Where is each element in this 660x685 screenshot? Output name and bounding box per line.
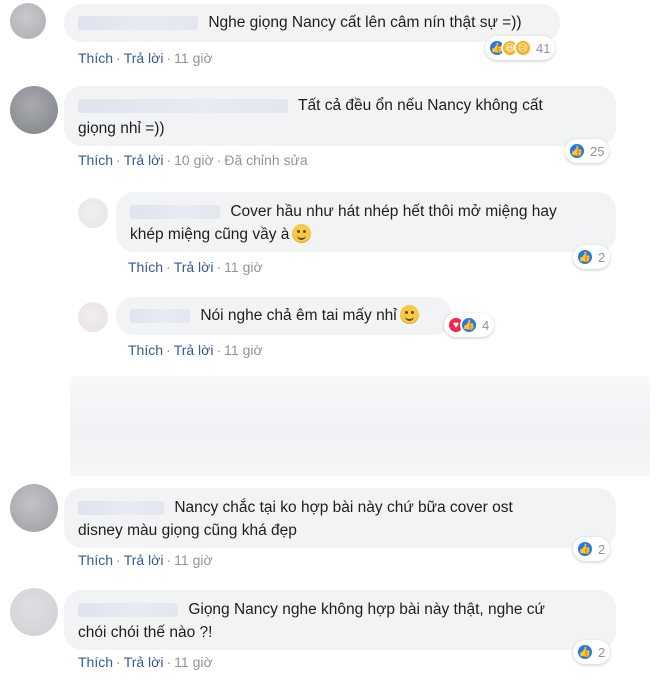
reaction-summary[interactable]: 👍 25 — [565, 139, 610, 163]
comment-text-line1: Cover hầu như hát nhép hết thôi mở miệng… — [230, 203, 557, 220]
comment-text-line2: giọng nhỉ =)) — [78, 120, 165, 137]
comment-text: Nói nghe chả êm tai mấy nhỉ — [200, 307, 397, 324]
like-link[interactable]: Thích — [78, 50, 113, 66]
comment-text: Nghe giọng Nancy cất lên câm nín thật sự… — [208, 14, 522, 31]
smiley-emoji — [292, 224, 312, 243]
comment-text-line2: disney màu giọng cũng khá đẹp — [78, 522, 297, 539]
timestamp[interactable]: 10 giờ — [174, 152, 214, 168]
commenter-name[interactable] — [78, 500, 164, 515]
commenter-name[interactable] — [78, 602, 178, 617]
comment-text-line1: Tất cả đều ổn nếu Nancy không cất — [298, 97, 543, 114]
reaction-summary[interactable]: 👍 2 — [573, 640, 611, 664]
comment-actions: Thích · Trả lời · 11 giờ — [78, 552, 213, 568]
comment-text-line2: khép miệng cũng vầy à — [130, 226, 290, 243]
commenter-name[interactable] — [130, 308, 190, 323]
like-link[interactable]: Thích — [78, 152, 113, 168]
reply-link[interactable]: Trả lời — [124, 50, 164, 66]
reply-link[interactable]: Trả lời — [174, 259, 214, 275]
comment-bubble: Tất cả đều ổn nếu Nancy không cất giọng … — [64, 86, 616, 146]
reply-link[interactable]: Trả lời — [174, 342, 214, 358]
smiley-emoji — [399, 305, 419, 324]
like-icon: 👍 — [568, 142, 586, 160]
reaction-summary[interactable]: ♥ 👍 4 — [444, 313, 495, 337]
reply-bubble: Nói nghe chả êm tai mấy nhỉ — [116, 297, 452, 335]
reaction-summary[interactable]: 👍 2 — [573, 537, 611, 561]
comment-bubble: Nghe giọng Nancy cất lên câm nín thật sự… — [64, 4, 560, 42]
like-icon: 👍 — [576, 643, 594, 661]
reaction-count: 41 — [536, 40, 551, 56]
reply-link[interactable]: Trả lời — [124, 654, 164, 670]
timestamp[interactable]: 11 giờ — [174, 552, 213, 568]
timestamp[interactable]: 11 giờ — [224, 259, 263, 275]
comment-actions: Thích · Trả lời · 11 giờ — [78, 50, 213, 66]
reply-link[interactable]: Trả lời — [124, 152, 164, 168]
comment-actions: Thích · Trả lời · 11 giờ — [128, 342, 263, 358]
comment-bubble: Nancy chắc tại ko hợp bài này chứ bữa co… — [64, 488, 616, 548]
like-link[interactable]: Thích — [128, 342, 163, 358]
like-link[interactable]: Thích — [78, 552, 113, 568]
avatar[interactable] — [10, 588, 58, 636]
reply-link[interactable]: Trả lời — [124, 552, 164, 568]
like-icon: 👍 — [576, 248, 594, 266]
reaction-count: 4 — [482, 317, 490, 333]
redacted-region — [70, 376, 650, 476]
reaction-count: 2 — [598, 644, 606, 660]
reaction-count: 2 — [598, 249, 606, 265]
commenter-name[interactable] — [130, 204, 220, 219]
timestamp[interactable]: 11 giờ — [174, 50, 213, 66]
comment-actions: Thích · Trả lời · 11 giờ — [78, 654, 213, 670]
reply-bubble: Cover hầu như hát nhép hết thôi mở miệng… — [116, 192, 616, 252]
comment-actions: Thích · Trả lời · 10 giờ · Đã chỉnh sửa — [78, 152, 308, 168]
like-icon: 👍 — [576, 540, 594, 558]
edited-label[interactable]: Đã chỉnh sửa — [224, 152, 307, 168]
avatar[interactable] — [78, 198, 108, 228]
avatar[interactable] — [10, 3, 46, 39]
timestamp[interactable]: 11 giờ — [224, 342, 263, 358]
comment-text-line2: chói chói thế nào ?! — [78, 624, 213, 641]
comment-actions: Thích · Trả lời · 11 giờ — [128, 259, 263, 275]
sad-icon: 😢 — [514, 39, 532, 57]
reaction-count: 25 — [590, 143, 605, 159]
like-link[interactable]: Thích — [128, 259, 163, 275]
comment-text-line1: Giọng Nancy nghe không hợp bài này thật,… — [188, 601, 545, 618]
comment-text-line1: Nancy chắc tại ko hợp bài này chứ bữa co… — [174, 499, 513, 516]
avatar[interactable] — [78, 302, 108, 332]
reaction-count: 2 — [598, 541, 606, 557]
reaction-summary[interactable]: 👍 😆 😢 41 — [485, 36, 556, 60]
commenter-name[interactable] — [78, 98, 288, 113]
avatar[interactable] — [10, 484, 58, 532]
comment-bubble: Giọng Nancy nghe không hợp bài này thật,… — [64, 590, 616, 650]
avatar[interactable] — [10, 86, 58, 134]
reaction-summary[interactable]: 👍 2 — [573, 245, 611, 269]
like-link[interactable]: Thích — [78, 654, 113, 670]
timestamp[interactable]: 11 giờ — [174, 654, 213, 670]
like-icon: 👍 — [460, 316, 478, 334]
commenter-name[interactable] — [78, 15, 198, 30]
